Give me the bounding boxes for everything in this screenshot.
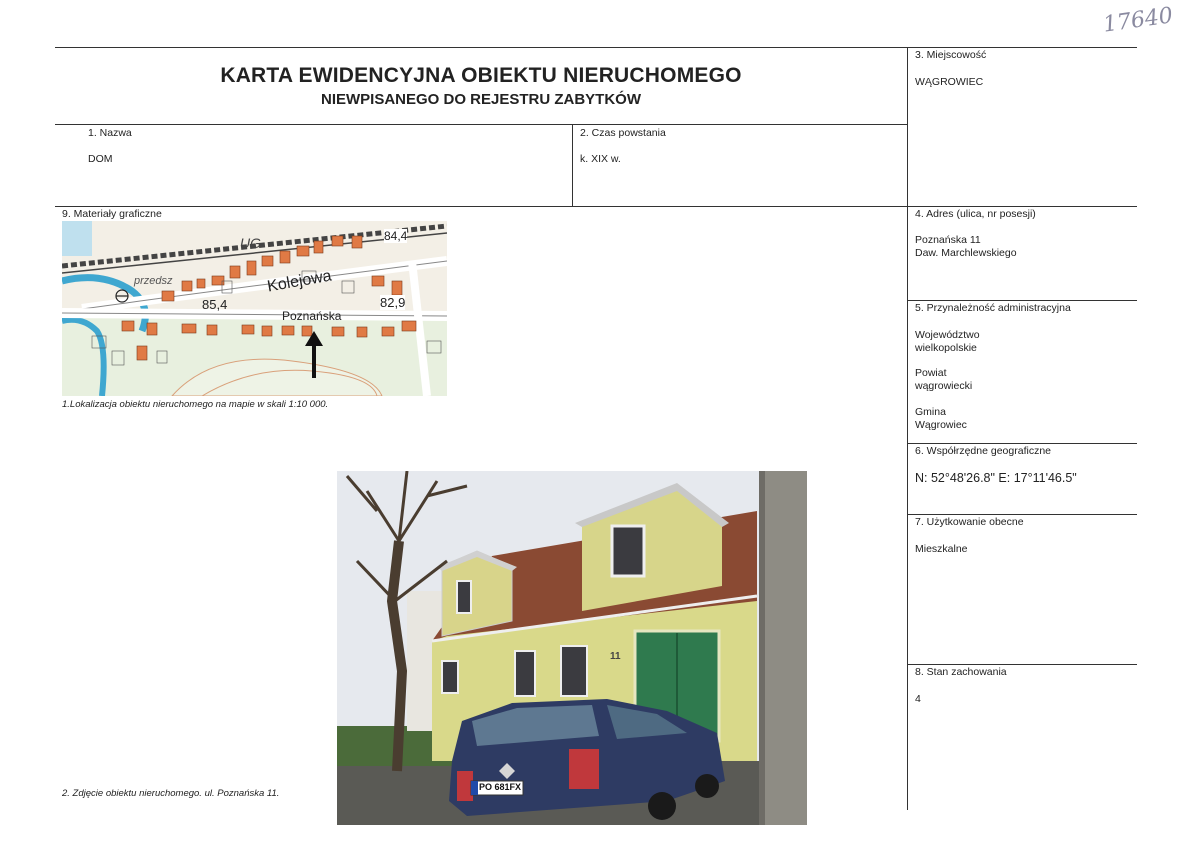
field-admin-county-label: Powiat — [915, 367, 947, 379]
map-label-elev-3: 82,9 — [380, 295, 406, 310]
field-usage-label: 7. Użytkowanie obecne — [915, 516, 1024, 528]
field-date-value: k. XIX w. — [580, 153, 621, 165]
field-admin-commune-value: Wągrowiec — [915, 419, 967, 431]
building-photo: 11 PO 681FX — [337, 471, 807, 825]
map-label-poznanska: Poznańska — [282, 309, 342, 323]
map-caption: 1.Lokalizacja obiektu nieruchomego na ma… — [62, 399, 329, 410]
field-address-line1: Poznańska 11 — [915, 234, 981, 246]
field-admin-commune-label: Gmina — [915, 406, 946, 418]
field-locality-label: 3. Miejscowość — [915, 49, 987, 61]
license-plate: PO 681FX — [479, 782, 522, 792]
handwritten-inventory-number: 17640 — [1101, 3, 1175, 38]
card-title: KARTA EWIDENCYJNA OBIEKTU NIERUCHOMEGO — [220, 64, 742, 87]
field-name-label: 1. Nazwa — [88, 127, 132, 139]
card-subtitle: NIEWPISANEGO DO REJESTRU ZABYTKÓW — [320, 91, 642, 108]
field-admin-voivodeship-value: wielkopolskie — [915, 342, 977, 354]
map-label-elev-1: 84,4 — [384, 229, 408, 243]
rule-coords-bottom — [907, 514, 1137, 515]
rule-name-bottom — [55, 206, 1137, 207]
rule-name-divider — [572, 124, 573, 206]
field-admin-voivodeship-label: Województwo — [915, 329, 980, 341]
house-number: 11 — [610, 651, 621, 662]
rule-admin-bottom — [907, 443, 1137, 444]
field-address-label: 4. Adres (ulica, nr posesji) — [915, 208, 1036, 220]
field-coords-label: 6. Współrzędne geograficzne — [915, 445, 1051, 457]
rule-right-column — [907, 47, 908, 810]
field-name-value: DOM — [88, 153, 113, 165]
field-usage-value: Mieszkalne — [915, 543, 968, 555]
field-condition-value: 4 — [915, 693, 921, 705]
field-admin-county-value: wągrowiecki — [915, 380, 973, 392]
rule-top — [55, 47, 1137, 48]
field-graphics-label: 9. Materiały graficzne — [62, 208, 162, 220]
map-label-ug: UG — [240, 235, 261, 251]
rule-address-bottom — [907, 300, 1137, 301]
rule-usage-bottom — [907, 664, 1137, 665]
field-date-label: 2. Czas powstania — [580, 127, 666, 139]
photo-caption: 2. Zdjęcie obiektu nieruchomego. ul. Poz… — [62, 788, 280, 799]
map-label-elev-2: 85,4 — [202, 297, 228, 312]
field-condition-label: 8. Stan zachowania — [915, 666, 1007, 678]
map-label-przedsz: przedsz — [134, 275, 173, 287]
rule-header-bottom — [55, 124, 907, 125]
photo-drawing — [337, 471, 807, 825]
field-locality-value: WĄGROWIEC — [915, 76, 984, 88]
location-map: UG 84,4 przedsz Kolejowa 85,4 82,9 Pozna… — [62, 221, 447, 396]
field-address-line2: Daw. Marchlewskiego — [915, 247, 1017, 259]
field-admin-label: 5. Przynależność administracyjna — [915, 302, 1071, 314]
field-coords-value: N: 52°48'26.8" E: 17°11'46.5" — [915, 471, 1077, 485]
